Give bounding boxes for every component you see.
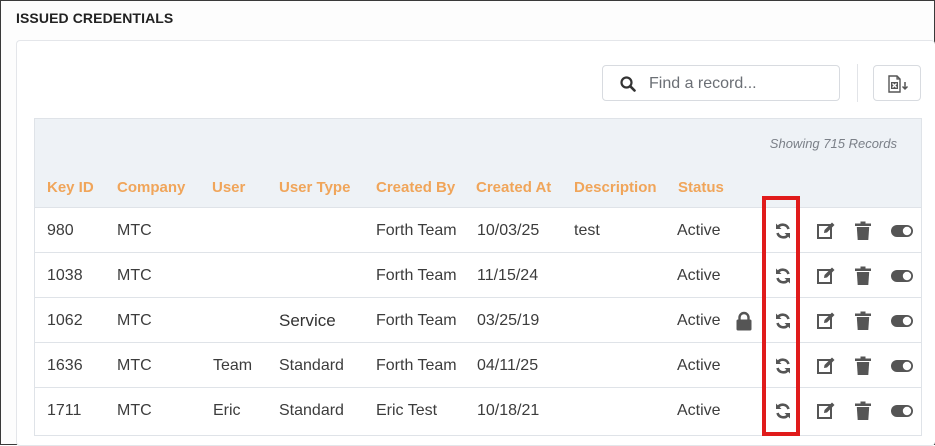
column-header-user[interactable]: User [212,179,245,196]
edit-icon[interactable] [816,356,836,376]
edit-icon[interactable] [816,266,836,286]
cell-status: Active [677,357,721,374]
export-button[interactable] [873,65,921,101]
edit-icon[interactable] [816,221,836,241]
cell-user: Team [213,357,253,374]
section-title: ISSUED CREDENTIALS [16,10,174,26]
search-box[interactable] [602,65,840,101]
refresh-icon[interactable] [773,311,793,331]
refresh-icon[interactable] [773,356,793,376]
excel-export-icon [888,75,909,93]
search-input[interactable] [647,72,831,96]
cell-company: MTC [117,267,152,284]
edit-icon[interactable] [816,311,836,331]
cell-created-by: Eric Test [376,402,438,419]
cell-key-id: 1636 [47,357,83,374]
cell-company: MTC [117,357,152,374]
refresh-icon[interactable] [773,401,793,421]
cell-created-at: 10/18/21 [477,402,540,419]
cell-created-at: 10/03/25 [477,222,540,239]
cell-created-by: Forth Team [376,267,457,284]
toolbar-divider [857,64,858,102]
trash-icon[interactable] [853,356,873,376]
trash-icon[interactable] [853,401,873,421]
edit-icon[interactable] [816,401,836,421]
cell-created-by: Forth Team [376,312,457,329]
column-header-key-id[interactable]: Key ID [47,179,94,196]
cell-created-at: 11/15/24 [477,267,539,284]
refresh-icon[interactable] [773,221,793,241]
cell-created-by: Forth Team [376,222,457,239]
table-row: 980 MTC Forth Team 10/03/25 test Active [35,207,921,253]
toggle-icon[interactable] [890,266,914,286]
column-header-created-at[interactable]: Created At [476,179,551,196]
search-icon [620,76,636,92]
table-header-area: Showing 715 Records Key ID Company User … [35,119,921,207]
cell-status: Active [677,312,721,329]
cell-key-id: 980 [47,222,74,239]
table-row: 1636 MTC Team Standard Forth Team 04/11/… [35,342,921,388]
cell-user-type: Service [279,311,336,330]
column-header-status[interactable]: Status [678,179,724,196]
cell-key-id: 1062 [47,312,83,329]
lock-icon [736,311,752,331]
cell-user-type: Standard [279,402,344,419]
cell-created-at: 03/25/19 [477,312,540,329]
cell-created-by: Forth Team [376,357,457,374]
cell-key-id: 1038 [47,267,83,284]
toggle-icon[interactable] [890,221,914,241]
cell-status: Active [677,402,721,419]
column-header-company[interactable]: Company [117,179,185,196]
cell-status: Active [677,222,721,239]
refresh-icon[interactable] [773,266,793,286]
column-header-description[interactable]: Description [574,179,657,196]
toggle-icon[interactable] [890,401,914,421]
toggle-icon[interactable] [890,356,914,376]
cell-key-id: 1711 [47,402,82,419]
cell-status: Active [677,267,721,284]
table-row: 1038 MTC Forth Team 11/15/24 Active [35,252,921,298]
cell-company: MTC [117,402,152,419]
trash-icon[interactable] [853,311,873,331]
cell-user-type: Standard [279,357,344,374]
trash-icon[interactable] [853,221,873,241]
records-count: Showing 715 Records [769,136,897,151]
cell-user: Eric [213,402,241,419]
cell-company: MTC [117,222,152,239]
trash-icon[interactable] [853,266,873,286]
column-header-user-type[interactable]: User Type [279,179,350,196]
table-row: 1062 MTC Service Forth Team 03/25/19 Act… [35,297,921,343]
cell-created-at: 04/11/25 [477,357,539,374]
cell-description: test [574,222,600,239]
column-header-created-by[interactable]: Created By [376,179,455,196]
credentials-table: Showing 715 Records Key ID Company User … [34,118,922,436]
table-row: 1711 MTC Eric Standard Eric Test 10/18/2… [35,387,921,433]
toggle-icon[interactable] [890,311,914,331]
cell-company: MTC [117,312,152,329]
